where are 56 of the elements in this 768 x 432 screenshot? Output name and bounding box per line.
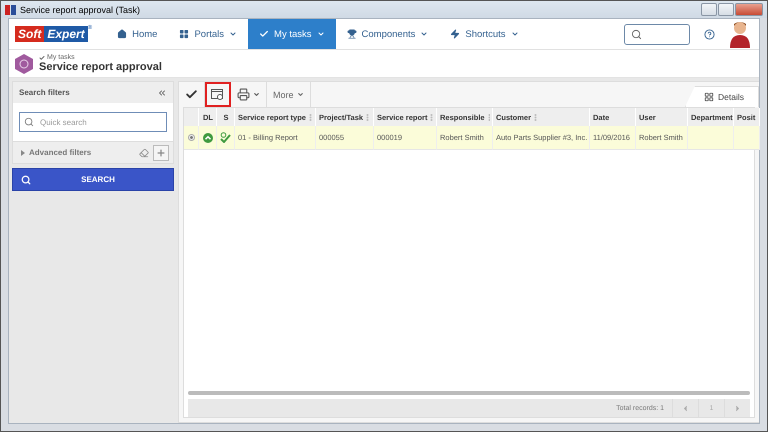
page-title: Service report approval: [39, 61, 162, 73]
home-icon: [117, 29, 128, 39]
plus-icon: [156, 148, 166, 158]
add-button[interactable]: [153, 144, 169, 160]
search-field[interactable]: [624, 24, 690, 44]
minimize-button[interactable]: [701, 3, 717, 16]
task-icon: [15, 54, 33, 74]
avatar-icon[interactable]: [729, 20, 751, 48]
printer-icon: [237, 88, 250, 101]
collapse-icon[interactable]: [157, 88, 167, 98]
caret-icon: [229, 30, 238, 38]
grid-icon: [704, 92, 714, 102]
nav-tab[interactable]: Components: [336, 19, 440, 49]
search-icon: [631, 28, 642, 40]
check-icon: [185, 88, 198, 101]
search-icon: [24, 117, 34, 127]
sort-icon[interactable]: [308, 114, 312, 120]
caret-icon: [420, 30, 428, 38]
sort-icon[interactable]: [430, 114, 434, 120]
sort-icon[interactable]: [534, 114, 538, 120]
lightning-icon: [450, 29, 460, 39]
caret-icon: [253, 91, 260, 98]
search-icon: [21, 174, 31, 184]
app-icon: [5, 4, 16, 14]
scrollbar[interactable]: [188, 391, 750, 395]
search-button[interactable]: SEARCH: [12, 168, 174, 191]
sort-icon[interactable]: [366, 114, 370, 120]
caret-icon: [510, 30, 519, 38]
view-button[interactable]: [205, 82, 231, 107]
maximize-button[interactable]: [718, 3, 734, 16]
row-selector[interactable]: [184, 126, 199, 150]
check-icon: [220, 132, 231, 143]
check-icon: [259, 29, 270, 39]
expand-icon[interactable]: [21, 150, 25, 156]
panel-title: Search filters: [19, 88, 70, 97]
trophy-icon: [346, 29, 357, 39]
grid-icon: [179, 29, 190, 39]
details-tab[interactable]: Details: [685, 86, 759, 107]
caret-icon: [316, 30, 325, 38]
nav-tab[interactable]: Shortcuts: [439, 19, 530, 49]
quick-search-box[interactable]: Quick search: [19, 112, 167, 132]
eraser-icon[interactable]: [139, 148, 149, 158]
advanced-filters-toggle[interactable]: Advanced filters: [29, 148, 92, 157]
next-icon: [733, 404, 742, 412]
sort-icon[interactable]: [488, 114, 490, 120]
table-cell: [688, 126, 734, 150]
status-icon: [202, 132, 212, 142]
help-icon[interactable]: [704, 28, 715, 40]
window-view-icon: [211, 89, 224, 100]
caret-icon: [296, 91, 304, 98]
check-icon: [39, 54, 45, 60]
nav-tab[interactable]: Portals: [168, 19, 248, 49]
nav-tab[interactable]: Home: [106, 19, 168, 49]
previous-icon: [681, 404, 690, 412]
window-title: Service report approval (Task): [20, 4, 142, 14]
nav-tab[interactable]: My tasks: [248, 19, 336, 49]
